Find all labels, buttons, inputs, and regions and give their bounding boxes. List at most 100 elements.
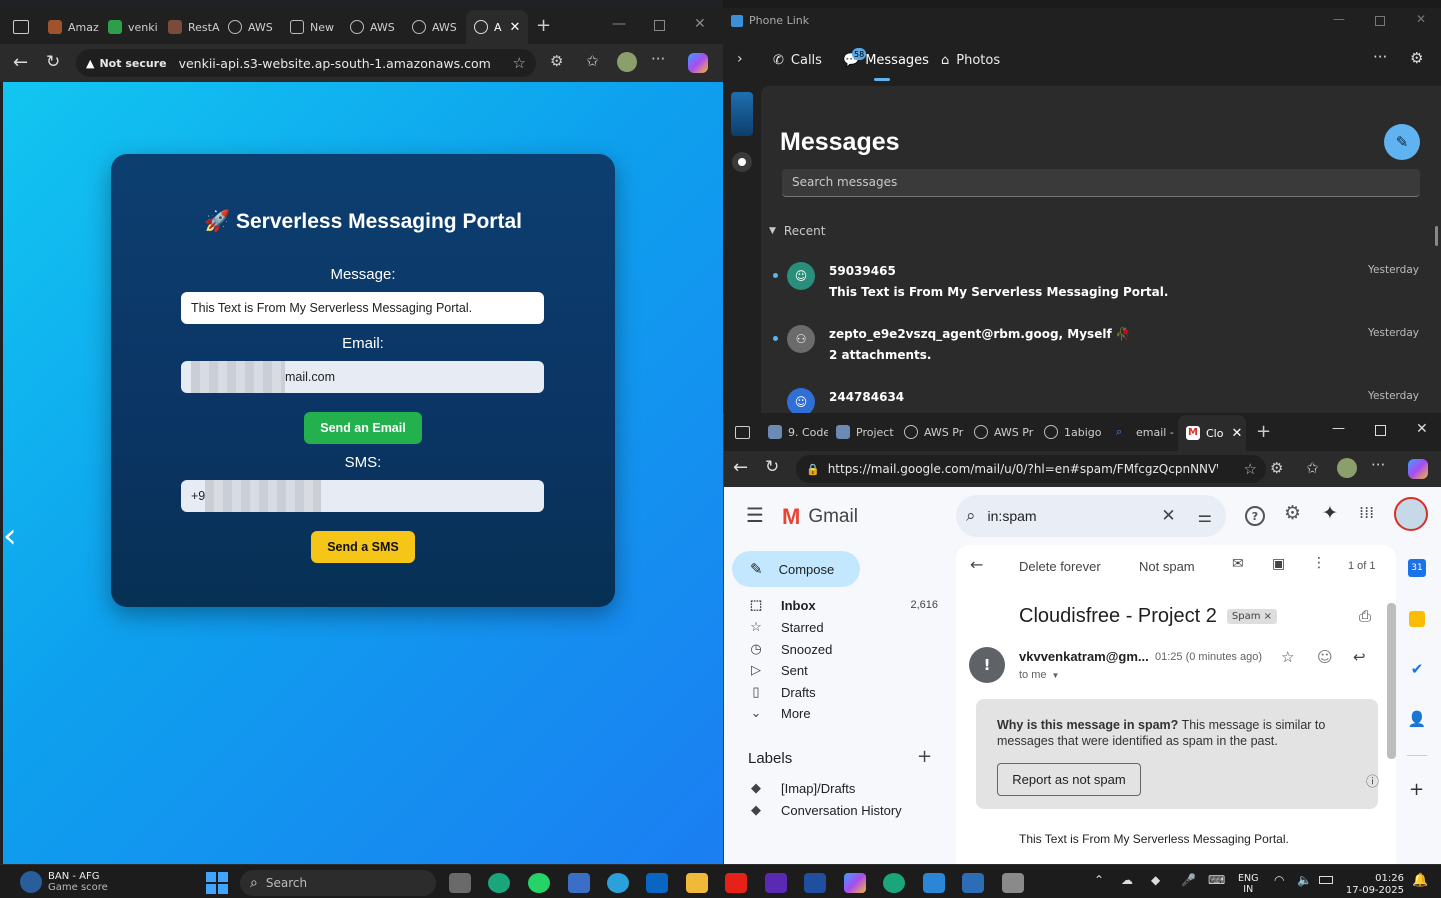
file-explorer-icon[interactable]: [686, 873, 708, 893]
sender-address[interactable]: vkvvenkatram@gm...: [1019, 649, 1149, 664]
favorites-icon[interactable]: ✩: [1306, 459, 1319, 477]
snipping-tool-icon[interactable]: [1002, 873, 1024, 893]
emoji-react-icon[interactable]: ☺: [1317, 648, 1333, 666]
reply-icon[interactable]: ↩: [1353, 648, 1366, 666]
move-to-icon[interactable]: ▣: [1272, 556, 1285, 572]
close-icon[interactable]: ✕: [1416, 12, 1426, 26]
status-icon[interactable]: [732, 152, 752, 172]
chevron-up-icon[interactable]: ⌃: [1094, 873, 1104, 887]
refresh-icon[interactable]: ↻: [765, 457, 779, 477]
contacts-icon[interactable]: 👤: [1407, 709, 1427, 729]
tab-active[interactable]: M Clo ✕: [1178, 415, 1246, 451]
tab-2[interactable]: venki: [100, 12, 160, 42]
minimize-icon[interactable]: —: [612, 16, 626, 32]
compose-button[interactable]: ✎ Compose: [732, 551, 860, 587]
clock[interactable]: 01:26 17-09-2025: [1340, 873, 1404, 897]
report-not-spam-button[interactable]: Report as not spam: [997, 763, 1141, 796]
add-label-icon[interactable]: +: [917, 746, 932, 767]
phone-thumbnail[interactable]: [731, 92, 753, 136]
nav-more[interactable]: ⌄ More: [748, 702, 811, 724]
edge-browser-icon[interactable]: [488, 873, 510, 893]
profile-avatar[interactable]: [617, 52, 637, 72]
close-icon[interactable]: ✕: [694, 16, 706, 32]
spam-badge[interactable]: Spam ×: [1226, 609, 1278, 624]
nav-drafts[interactable]: ▯ Drafts: [748, 681, 815, 703]
notifications-bell-icon[interactable]: 🔔: [1412, 873, 1428, 888]
maximize-icon[interactable]: [654, 20, 665, 31]
amazon-music-icon[interactable]: [765, 873, 787, 893]
close-tab-icon[interactable]: ✕: [1231, 426, 1242, 441]
search-messages-input[interactable]: Search messages: [782, 169, 1420, 197]
whatsapp-icon[interactable]: [528, 873, 550, 893]
help-icon[interactable]: ?: [1245, 506, 1265, 526]
cloud-icon[interactable]: ☁: [1121, 873, 1133, 887]
more-menu-icon[interactable]: ···: [651, 50, 665, 68]
gemini-icon[interactable]: ✦: [1322, 502, 1338, 524]
account-avatar[interactable]: [1394, 497, 1428, 531]
tab-2[interactable]: Project: [828, 417, 896, 447]
tab-active[interactable]: A ✕: [466, 10, 528, 44]
keyboard-icon[interactable]: ⌨: [1208, 873, 1225, 887]
language-indicator[interactable]: ENG IN: [1238, 873, 1258, 895]
more-menu-icon[interactable]: ···: [1371, 456, 1385, 474]
add-addon-icon[interactable]: +: [1409, 779, 1424, 800]
mail-search-bar[interactable]: ⌕ in:spam ✕ ⚌: [956, 495, 1226, 537]
email-input[interactable]: mail.com: [181, 361, 544, 393]
recent-section[interactable]: ▼ Recent: [769, 224, 825, 238]
extensions-icon[interactable]: ⚙: [550, 52, 563, 70]
nav-starred[interactable]: ☆ Starred: [748, 616, 823, 638]
hamburger-menu-icon[interactable]: ☰: [746, 503, 764, 527]
back-arrow-icon[interactable]: ←: [970, 555, 983, 574]
nav-inbox[interactable]: ⬚ Inbox 2,616: [748, 594, 938, 616]
tab-4[interactable]: AWS Pr: [966, 417, 1034, 447]
conversation-item[interactable]: ☺ 244784634 Yesterday: [781, 382, 1421, 413]
task-view-icon[interactable]: [449, 873, 471, 893]
star-icon[interactable]: ☆: [1281, 648, 1294, 666]
more-icon[interactable]: ···: [1373, 48, 1387, 66]
conversation-item[interactable]: ☺ 59039465 This Text is From My Serverle…: [773, 256, 1421, 316]
tab-3[interactable]: RestA: [160, 12, 220, 42]
new-tab-icon[interactable]: +: [1256, 421, 1271, 442]
copilot-icon[interactable]: [1408, 459, 1428, 479]
score-widget[interactable]: BAN - AFG Game score: [20, 871, 108, 893]
wifi-icon[interactable]: ◠: [1274, 873, 1284, 887]
tab-1[interactable]: Amaz: [40, 12, 100, 42]
scrollbar[interactable]: [1435, 226, 1438, 246]
phone-link-icon[interactable]: [962, 873, 984, 893]
gmail-logo[interactable]: M Gmail: [782, 504, 858, 530]
more-vert-icon[interactable]: ⋮: [1312, 555, 1326, 571]
favorite-star-icon[interactable]: ☆: [513, 54, 526, 72]
mark-unread-icon[interactable]: ✉: [1232, 556, 1244, 572]
tab-5[interactable]: 1abigo: [1036, 417, 1104, 447]
tab-actions-icon[interactable]: [735, 426, 750, 439]
tab-actions-icon[interactable]: [13, 20, 29, 34]
delete-forever-button[interactable]: Delete forever: [1019, 559, 1101, 574]
favorites-icon[interactable]: ✩: [586, 52, 599, 70]
not-spam-button[interactable]: Not spam: [1139, 559, 1195, 574]
tab-6[interactable]: AWS: [342, 12, 402, 42]
minimize-icon[interactable]: —: [1332, 421, 1345, 436]
info-icon[interactable]: ⓘ: [1366, 771, 1379, 790]
start-windows-icon[interactable]: [206, 872, 228, 894]
close-tab-icon[interactable]: ✕: [510, 20, 521, 35]
nav-calls[interactable]: ✆ Calls: [773, 53, 822, 68]
nav-photos[interactable]: ⌂ Photos: [941, 53, 1000, 68]
tasks-icon[interactable]: ✔: [1407, 659, 1427, 679]
print-icon[interactable]: ⎙: [1359, 607, 1371, 625]
prime-video-icon[interactable]: [804, 873, 826, 893]
telegram-icon[interactable]: [607, 873, 629, 893]
copilot-icon[interactable]: [844, 873, 866, 893]
nav-sent[interactable]: ▷ Sent: [748, 659, 808, 681]
back-icon[interactable]: ←: [733, 457, 748, 478]
conversation-item[interactable]: ⚇ zepto_e9e2vszq_agent@rbm.goog, Myself …: [773, 319, 1421, 379]
refresh-icon[interactable]: ↻: [46, 52, 60, 72]
send-email-button[interactable]: Send an Email: [304, 412, 422, 444]
clear-search-icon[interactable]: ✕: [1161, 506, 1175, 526]
settings-gear-icon[interactable]: ⚙: [1284, 502, 1301, 524]
nav-snoozed[interactable]: ◷ Snoozed: [748, 638, 832, 660]
compose-icon[interactable]: ✎: [1384, 124, 1420, 160]
scrollbar[interactable]: [1387, 603, 1396, 759]
new-tab-icon[interactable]: +: [536, 15, 551, 36]
volume-icon[interactable]: 🔈: [1297, 873, 1312, 887]
profile-avatar[interactable]: [1337, 458, 1357, 478]
